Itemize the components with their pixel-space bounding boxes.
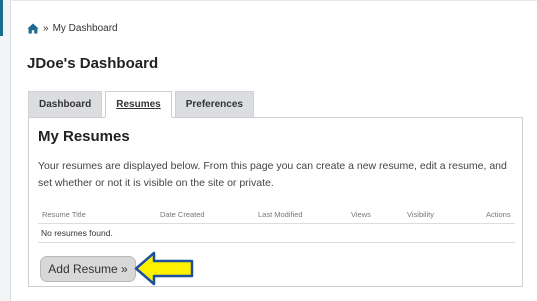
tab-dashboard[interactable]: Dashboard [28,91,103,117]
breadcrumb-current: My Dashboard [52,23,118,34]
column-header-date-created[interactable]: Date Created [160,210,205,219]
dashboard-tabs: Dashboard Resumes Preferences [28,91,254,118]
column-header-actions: Actions [486,210,511,219]
resumes-table: Resume Title Date Created Last Modified … [38,207,515,243]
empty-message: No resumes found. [41,228,113,238]
left-rail-accent [0,0,3,36]
column-header-title[interactable]: Resume Title [42,210,86,219]
section-title: My Resumes [38,128,130,145]
arrow-left-icon [134,251,194,286]
breadcrumb: » My Dashboard [27,23,118,34]
column-header-last-modified[interactable]: Last Modified [258,210,303,219]
page-title: JDoe's Dashboard [27,55,159,72]
column-header-views[interactable]: Views [351,210,371,219]
breadcrumb-separator: » [43,23,49,34]
tab-resumes[interactable]: Resumes [105,91,172,118]
tab-preferences[interactable]: Preferences [174,91,254,117]
table-row: No resumes found. [38,224,515,243]
column-header-visibility[interactable]: Visibility [407,210,434,219]
resumes-intro: Your resumes are displayed below. From t… [38,160,507,189]
home-icon[interactable] [27,23,39,34]
left-rail [0,0,11,301]
table-header: Resume Title Date Created Last Modified … [38,207,515,224]
add-resume-button[interactable]: Add Resume » [40,256,136,282]
top-divider [10,0,537,1]
